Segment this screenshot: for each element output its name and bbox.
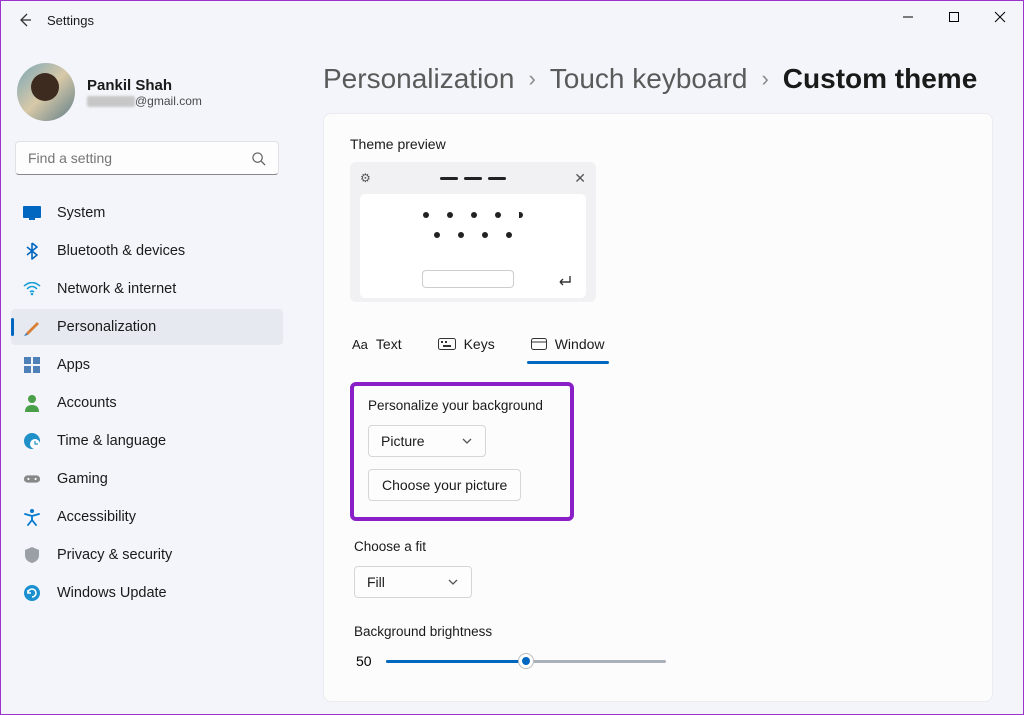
- sidebar-item-apps[interactable]: Apps: [11, 347, 283, 383]
- tab-text[interactable]: Aa Text: [350, 328, 404, 360]
- brightness-value: 50: [356, 653, 372, 669]
- sidebar: Pankil Shah @gmail.com System Bluetooth …: [1, 39, 293, 714]
- choose-picture-button[interactable]: Choose your picture: [368, 469, 521, 501]
- text-aa-icon: Aa: [352, 337, 368, 352]
- preview-keyboard: [360, 194, 586, 298]
- sidebar-item-accounts[interactable]: Accounts: [11, 385, 283, 421]
- search-box[interactable]: [15, 141, 279, 175]
- tab-keys[interactable]: Keys: [436, 328, 497, 360]
- search-input[interactable]: [28, 150, 251, 166]
- main-content: Personalization › Touch keyboard › Custo…: [293, 39, 1023, 714]
- nav-list: System Bluetooth & devices Network & int…: [11, 195, 283, 611]
- minimize-button[interactable]: [885, 1, 931, 33]
- chevron-down-icon: [461, 437, 473, 445]
- chevron-right-icon: ›: [528, 66, 535, 92]
- choose-fit-label: Choose a fit: [354, 539, 966, 554]
- profile-email: @gmail.com: [87, 94, 202, 108]
- monitor-icon: [23, 204, 41, 222]
- maximize-button[interactable]: [931, 1, 977, 33]
- person-icon: [23, 394, 41, 412]
- sidebar-item-system[interactable]: System: [11, 195, 283, 231]
- window-icon: [531, 338, 547, 350]
- sidebar-item-gaming[interactable]: Gaming: [11, 461, 283, 497]
- window-title: Settings: [47, 13, 94, 28]
- update-icon: [23, 584, 41, 602]
- sidebar-item-accessibility[interactable]: Accessibility: [11, 499, 283, 535]
- shield-icon: [23, 546, 41, 564]
- drag-handle-icon: [440, 177, 506, 180]
- profile[interactable]: Pankil Shah @gmail.com: [11, 51, 283, 139]
- breadcrumb-current: Custom theme: [783, 63, 977, 95]
- bluetooth-icon: [23, 242, 41, 260]
- back-button[interactable]: [9, 4, 41, 36]
- apps-icon: [23, 356, 41, 374]
- avatar: [17, 63, 75, 121]
- gear-icon: ⚙: [360, 171, 371, 185]
- breadcrumb-lvl1[interactable]: Personalization: [323, 63, 514, 95]
- tab-bar: Aa Text Keys Window: [350, 328, 966, 360]
- globe-clock-icon: [23, 432, 41, 450]
- theme-preview: ⚙ ✕: [350, 162, 596, 302]
- sidebar-item-network[interactable]: Network & internet: [11, 271, 283, 307]
- sidebar-item-personalization[interactable]: Personalization: [11, 309, 283, 345]
- keyboard-icon: [438, 338, 456, 350]
- sidebar-item-time[interactable]: Time & language: [11, 423, 283, 459]
- highlighted-section: Personalize your background Picture Choo…: [350, 382, 574, 521]
- brightness-label: Background brightness: [354, 624, 966, 639]
- tab-window[interactable]: Window: [529, 328, 607, 360]
- paintbrush-icon: [23, 318, 41, 336]
- theme-preview-label: Theme preview: [350, 136, 966, 152]
- sidebar-item-bluetooth[interactable]: Bluetooth & devices: [11, 233, 283, 269]
- content-card: Theme preview ⚙ ✕ Aa Text: [323, 113, 993, 702]
- fit-dropdown[interactable]: Fill: [354, 566, 472, 598]
- personalize-bg-label: Personalize your background: [368, 398, 556, 413]
- close-button[interactable]: [977, 1, 1023, 33]
- sidebar-item-privacy[interactable]: Privacy & security: [11, 537, 283, 573]
- profile-name: Pankil Shah: [87, 77, 202, 94]
- titlebar: Settings: [1, 1, 1023, 39]
- search-icon: [251, 151, 266, 166]
- sidebar-item-update[interactable]: Windows Update: [11, 575, 283, 611]
- chevron-right-icon: ›: [761, 66, 768, 92]
- wifi-icon: [23, 280, 41, 298]
- slider-thumb[interactable]: [519, 654, 533, 668]
- breadcrumb-lvl2[interactable]: Touch keyboard: [550, 63, 748, 95]
- close-icon: ✕: [574, 170, 586, 187]
- brightness-slider[interactable]: [386, 651, 666, 671]
- accessibility-icon: [23, 508, 41, 526]
- background-type-dropdown[interactable]: Picture: [368, 425, 486, 457]
- chevron-down-icon: [447, 578, 459, 586]
- breadcrumb: Personalization › Touch keyboard › Custo…: [323, 63, 993, 95]
- enter-icon: [556, 274, 572, 288]
- gamepad-icon: [23, 470, 41, 488]
